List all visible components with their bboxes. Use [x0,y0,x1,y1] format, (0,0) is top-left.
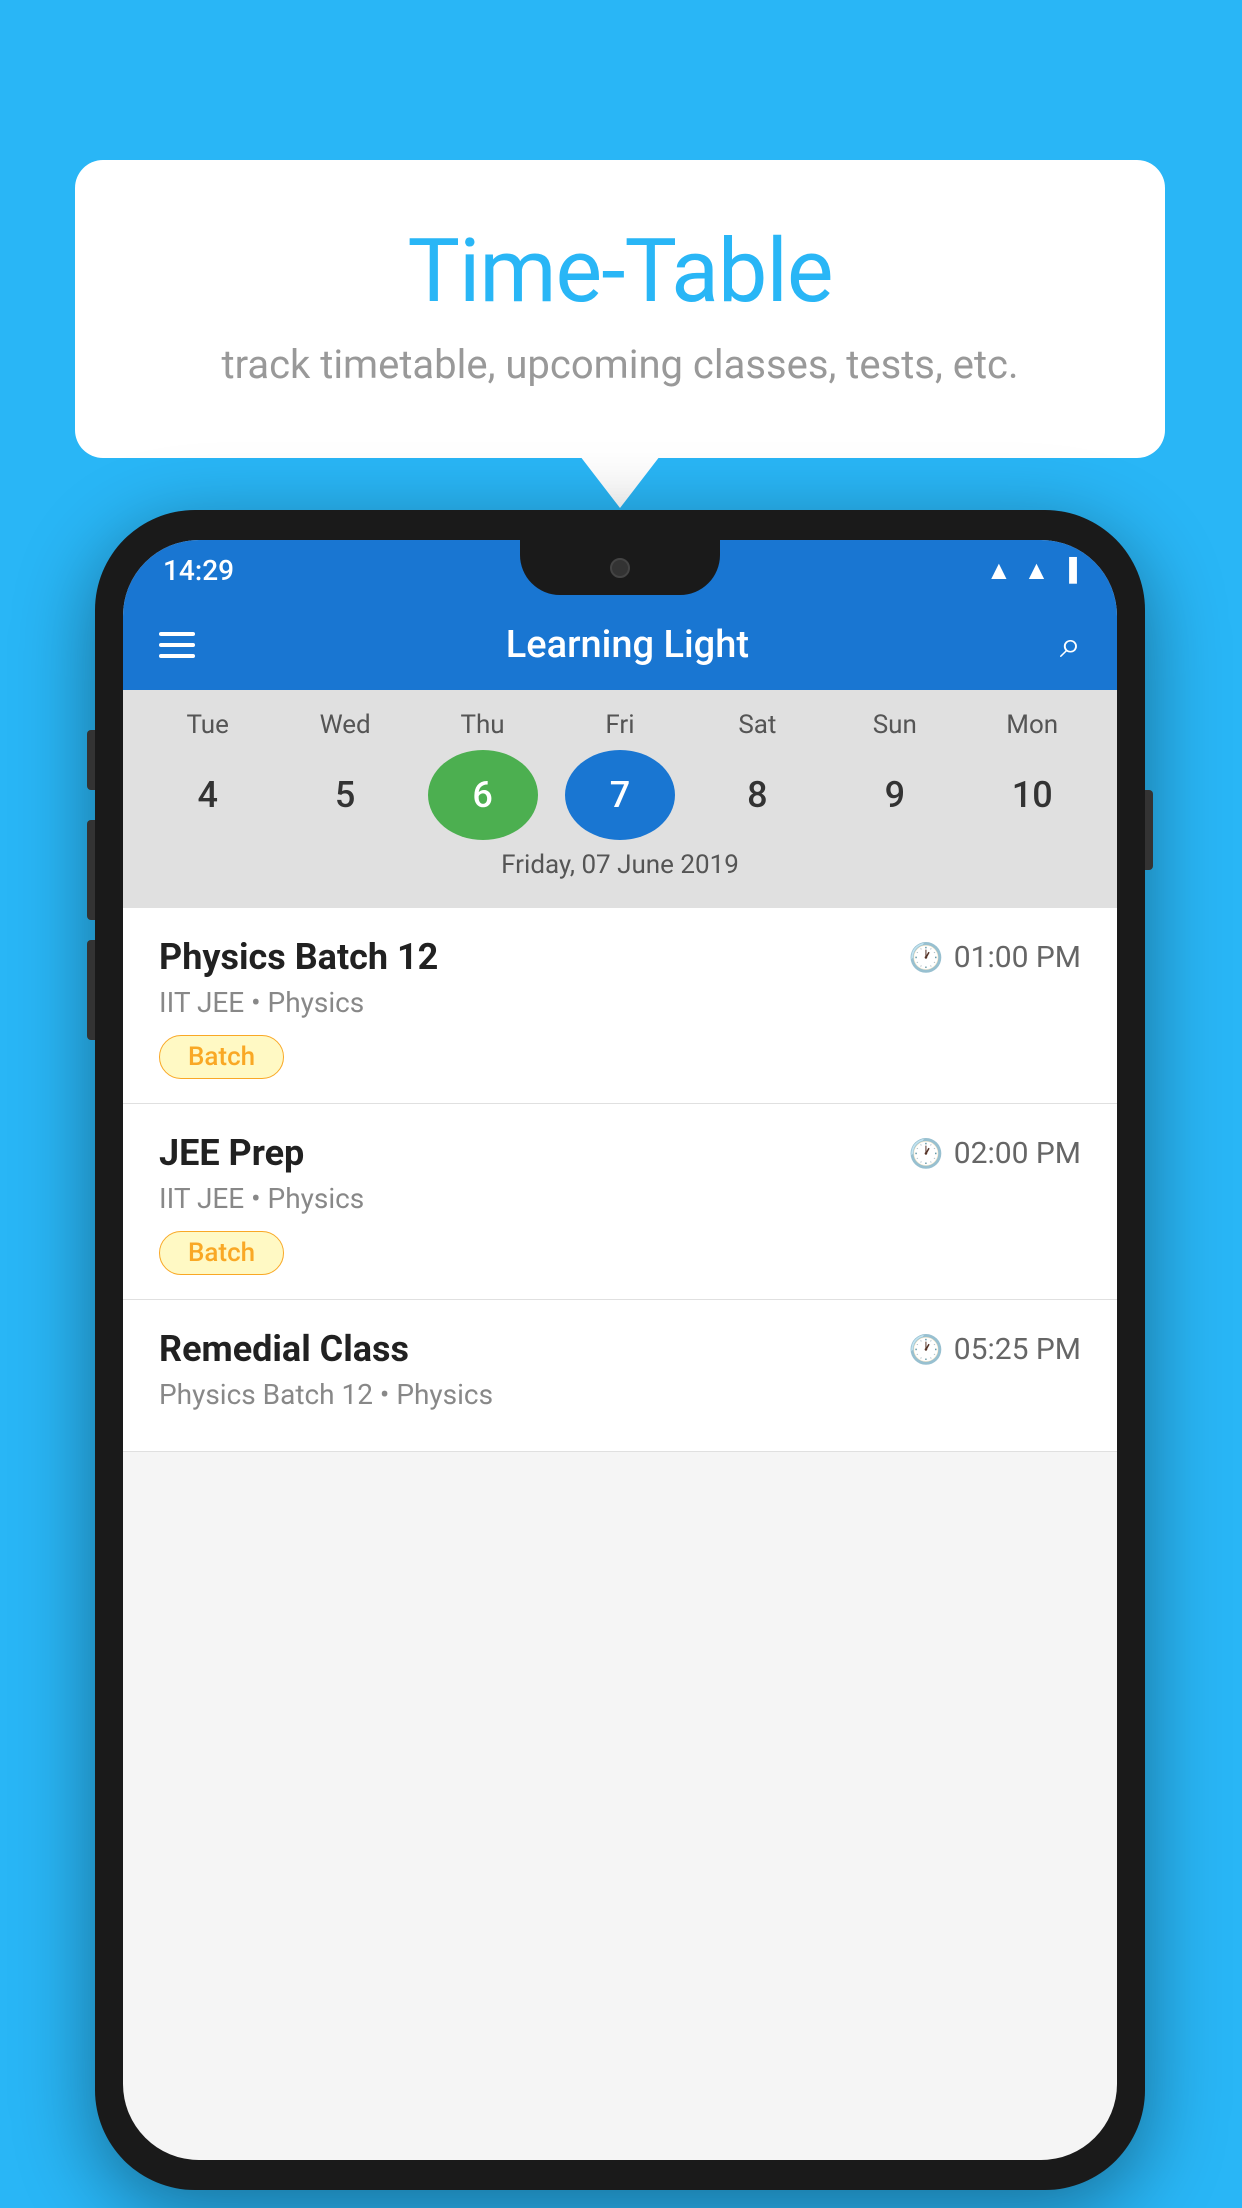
day-5[interactable]: 5 [290,750,400,840]
search-button[interactable]: ⌕ [1060,623,1081,667]
schedule-item-3[interactable]: Remedial Class 🕐 05:25 PM Physics Batch … [123,1300,1117,1452]
menu-button[interactable] [159,632,195,658]
item-1-time: 🕐 01:00 PM [909,940,1081,975]
schedule-item-1[interactable]: Physics Batch 12 🕐 01:00 PM IIT JEE • Ph… [123,908,1117,1104]
day-header-thu: Thu [428,710,538,740]
speech-bubble: Time-Table track timetable, upcoming cla… [75,160,1165,458]
clock-icon-3: 🕐 [909,1333,944,1366]
bubble-subtitle: track timetable, upcoming classes, tests… [155,341,1085,388]
status-time: 14:29 [163,554,234,587]
item-2-title: JEE Prep [159,1132,304,1174]
item-3-time-value: 05:25 PM [954,1332,1081,1367]
bubble-title: Time-Table [155,220,1085,323]
schedule-item-1-header: Physics Batch 12 🕐 01:00 PM [159,936,1081,978]
wifi-icon: ▲ [986,555,1012,586]
clock-icon-1: 🕐 [909,941,944,974]
signal-icon: ▲ [1024,555,1050,586]
battery-icon: ▐ [1061,557,1077,583]
item-1-subtitle: IIT JEE • Physics [159,986,1081,1019]
schedule-list: Physics Batch 12 🕐 01:00 PM IIT JEE • Ph… [123,908,1117,1452]
item-2-time-value: 02:00 PM [954,1136,1081,1171]
day-4[interactable]: 4 [153,750,263,840]
day-9[interactable]: 9 [840,750,950,840]
item-3-title: Remedial Class [159,1328,409,1370]
item-2-batch-tag: Batch [159,1231,284,1275]
item-3-subtitle: Physics Batch 12 • Physics [159,1378,1081,1411]
day-header-sun: Sun [840,710,950,740]
schedule-item-3-header: Remedial Class 🕐 05:25 PM [159,1328,1081,1370]
selected-date: Friday, 07 June 2019 [123,840,1117,892]
app-title: Learning Light [223,623,1032,667]
item-2-subtitle: IIT JEE • Physics [159,1182,1081,1215]
phone-screen: 14:29 ▲ ▲ ▐ Learning Light ⌕ [123,540,1117,2160]
day-header-tue: Tue [153,710,263,740]
day-header-wed: Wed [290,710,400,740]
day-headers: Tue Wed Thu Fri Sat Sun Mon [123,710,1117,740]
day-header-mon: Mon [977,710,1087,740]
schedule-item-2-header: JEE Prep 🕐 02:00 PM [159,1132,1081,1174]
item-1-batch-tag: Batch [159,1035,284,1079]
item-1-title: Physics Batch 12 [159,936,438,978]
front-camera [610,558,630,578]
app-bar: Learning Light ⌕ [123,600,1117,690]
day-10[interactable]: 10 [977,750,1087,840]
phone-notch [520,540,720,595]
phone-frame: 14:29 ▲ ▲ ▐ Learning Light ⌕ [95,510,1145,2190]
schedule-item-2[interactable]: JEE Prep 🕐 02:00 PM IIT JEE • Physics Ba… [123,1104,1117,1300]
day-8[interactable]: 8 [702,750,812,840]
day-header-sat: Sat [702,710,812,740]
volume-silent-button [87,730,95,790]
volume-down-button [87,940,95,1040]
status-icons: ▲ ▲ ▐ [986,555,1077,586]
item-3-time: 🕐 05:25 PM [909,1332,1081,1367]
clock-icon-2: 🕐 [909,1137,944,1170]
item-1-time-value: 01:00 PM [954,940,1081,975]
volume-up-button [87,820,95,920]
item-2-time: 🕐 02:00 PM [909,1136,1081,1171]
day-7-selected[interactable]: 7 [565,750,675,840]
day-6-today[interactable]: 6 [428,750,538,840]
day-header-fri: Fri [565,710,675,740]
power-button [1145,790,1153,870]
phone-wrapper: 14:29 ▲ ▲ ▐ Learning Light ⌕ [95,510,1145,2190]
day-numbers: 4 5 6 7 8 9 10 [123,750,1117,840]
calendar-strip: Tue Wed Thu Fri Sat Sun Mon 4 5 6 7 8 9 … [123,690,1117,908]
